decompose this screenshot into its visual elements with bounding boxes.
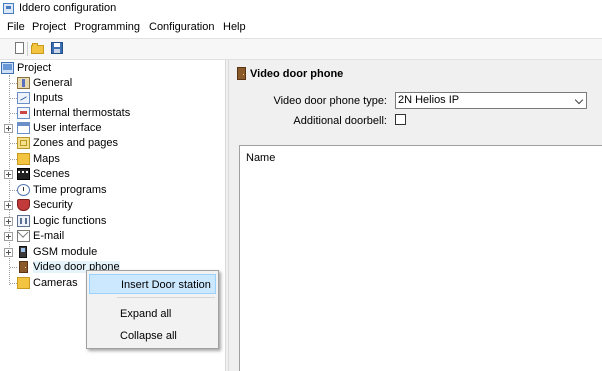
open-folder-icon	[31, 43, 44, 54]
tree-item-label: User interface	[33, 122, 102, 134]
tree-item-label: General	[33, 77, 73, 89]
title-bar: Iddero configuration	[0, 0, 602, 18]
save-disk-icon	[51, 42, 63, 54]
user-interface-icon	[17, 122, 30, 134]
general-icon	[17, 77, 30, 89]
expand-all-menu-item[interactable]: Expand all	[89, 304, 216, 324]
context-menu: Insert Door station Expand all Collapse …	[86, 270, 219, 349]
menu-file[interactable]: File	[5, 21, 27, 33]
new-document-button[interactable]	[12, 41, 28, 56]
tree-connector	[10, 83, 17, 84]
tree-item-label: Maps	[33, 153, 60, 165]
door-phone-type-select[interactable]: 2N Helios IP	[395, 92, 587, 109]
expand-toggle[interactable]	[4, 170, 13, 179]
menu-programming[interactable]: Programming	[72, 21, 142, 33]
toolbar	[0, 38, 602, 60]
menu-item-label: Collapse all	[120, 330, 177, 342]
clock-icon	[17, 184, 30, 196]
menu-item-label: Expand all	[120, 308, 172, 320]
inputs-icon	[17, 92, 30, 104]
chevron-down-icon	[574, 95, 584, 105]
menu-item-label: Insert Door station	[121, 279, 211, 291]
new-document-icon	[15, 42, 24, 54]
tree-connector	[10, 190, 17, 191]
tree-connector	[10, 113, 17, 114]
tree-item-label: E-mail	[33, 230, 65, 242]
column-name-label: Name	[246, 152, 276, 164]
tree-item-label: Inputs	[33, 92, 63, 104]
expand-toggle[interactable]	[4, 232, 13, 241]
expand-toggle[interactable]	[4, 248, 13, 257]
zones-icon	[17, 137, 30, 149]
thermostat-icon	[17, 107, 30, 119]
expand-toggle[interactable]	[4, 124, 13, 133]
camera-folder-icon	[17, 277, 30, 289]
tree-item-label: Logic functions	[33, 215, 107, 227]
menu-help[interactable]: Help	[221, 21, 248, 33]
tree-item-label: Time programs	[33, 184, 107, 196]
door-icon	[19, 261, 28, 273]
phone-icon	[19, 246, 27, 258]
door-icon	[237, 67, 246, 80]
tree-item-label: Cameras	[33, 277, 78, 289]
email-icon	[17, 230, 30, 242]
section-title: Video door phone	[250, 68, 344, 80]
tree-connector	[10, 98, 17, 99]
tree-item-label: Zones and pages	[33, 137, 119, 149]
tree-connector	[10, 159, 17, 160]
detail-pane: Video door phone Video door phone type: …	[229, 60, 602, 371]
window-title: Iddero configuration	[19, 2, 117, 14]
shield-icon	[17, 199, 30, 211]
collapse-all-menu-item[interactable]: Collapse all	[89, 326, 216, 346]
door-phone-type-value: 2N Helios IP	[398, 94, 460, 106]
logic-icon	[17, 215, 30, 227]
open-button[interactable]	[30, 41, 46, 56]
project-icon	[1, 62, 14, 74]
tree-item-label: Security	[33, 199, 73, 211]
list-column-header[interactable]: Name	[240, 146, 602, 168]
door-station-list[interactable]: Name	[239, 145, 602, 371]
menu-separator	[117, 297, 215, 298]
tree-item-label: Scenes	[33, 168, 70, 180]
expand-toggle[interactable]	[4, 201, 13, 210]
save-button[interactable]	[49, 41, 65, 56]
tree-item-label: GSM module	[33, 246, 98, 258]
tree-item-label: Project	[17, 62, 52, 74]
toolbar-separator	[27, 42, 28, 56]
additional-doorbell-label: Additional doorbell:	[293, 115, 387, 127]
maps-icon	[17, 153, 30, 165]
app-icon	[3, 3, 14, 14]
menu-project[interactable]: Project	[30, 21, 68, 33]
door-phone-type-label: Video door phone type:	[273, 95, 387, 107]
tree-connector	[10, 283, 17, 284]
tree-connector	[10, 143, 17, 144]
insert-door-station-menu-item[interactable]: Insert Door station	[89, 274, 216, 294]
additional-doorbell-checkbox[interactable]	[395, 114, 406, 125]
tree-connector	[10, 267, 17, 268]
menu-bar: File Project Programming Configuration H…	[0, 19, 602, 37]
scenes-icon	[17, 168, 30, 180]
menu-configuration[interactable]: Configuration	[147, 21, 216, 33]
expand-toggle[interactable]	[4, 217, 13, 226]
tree-item-label: Internal thermostats	[33, 107, 131, 119]
